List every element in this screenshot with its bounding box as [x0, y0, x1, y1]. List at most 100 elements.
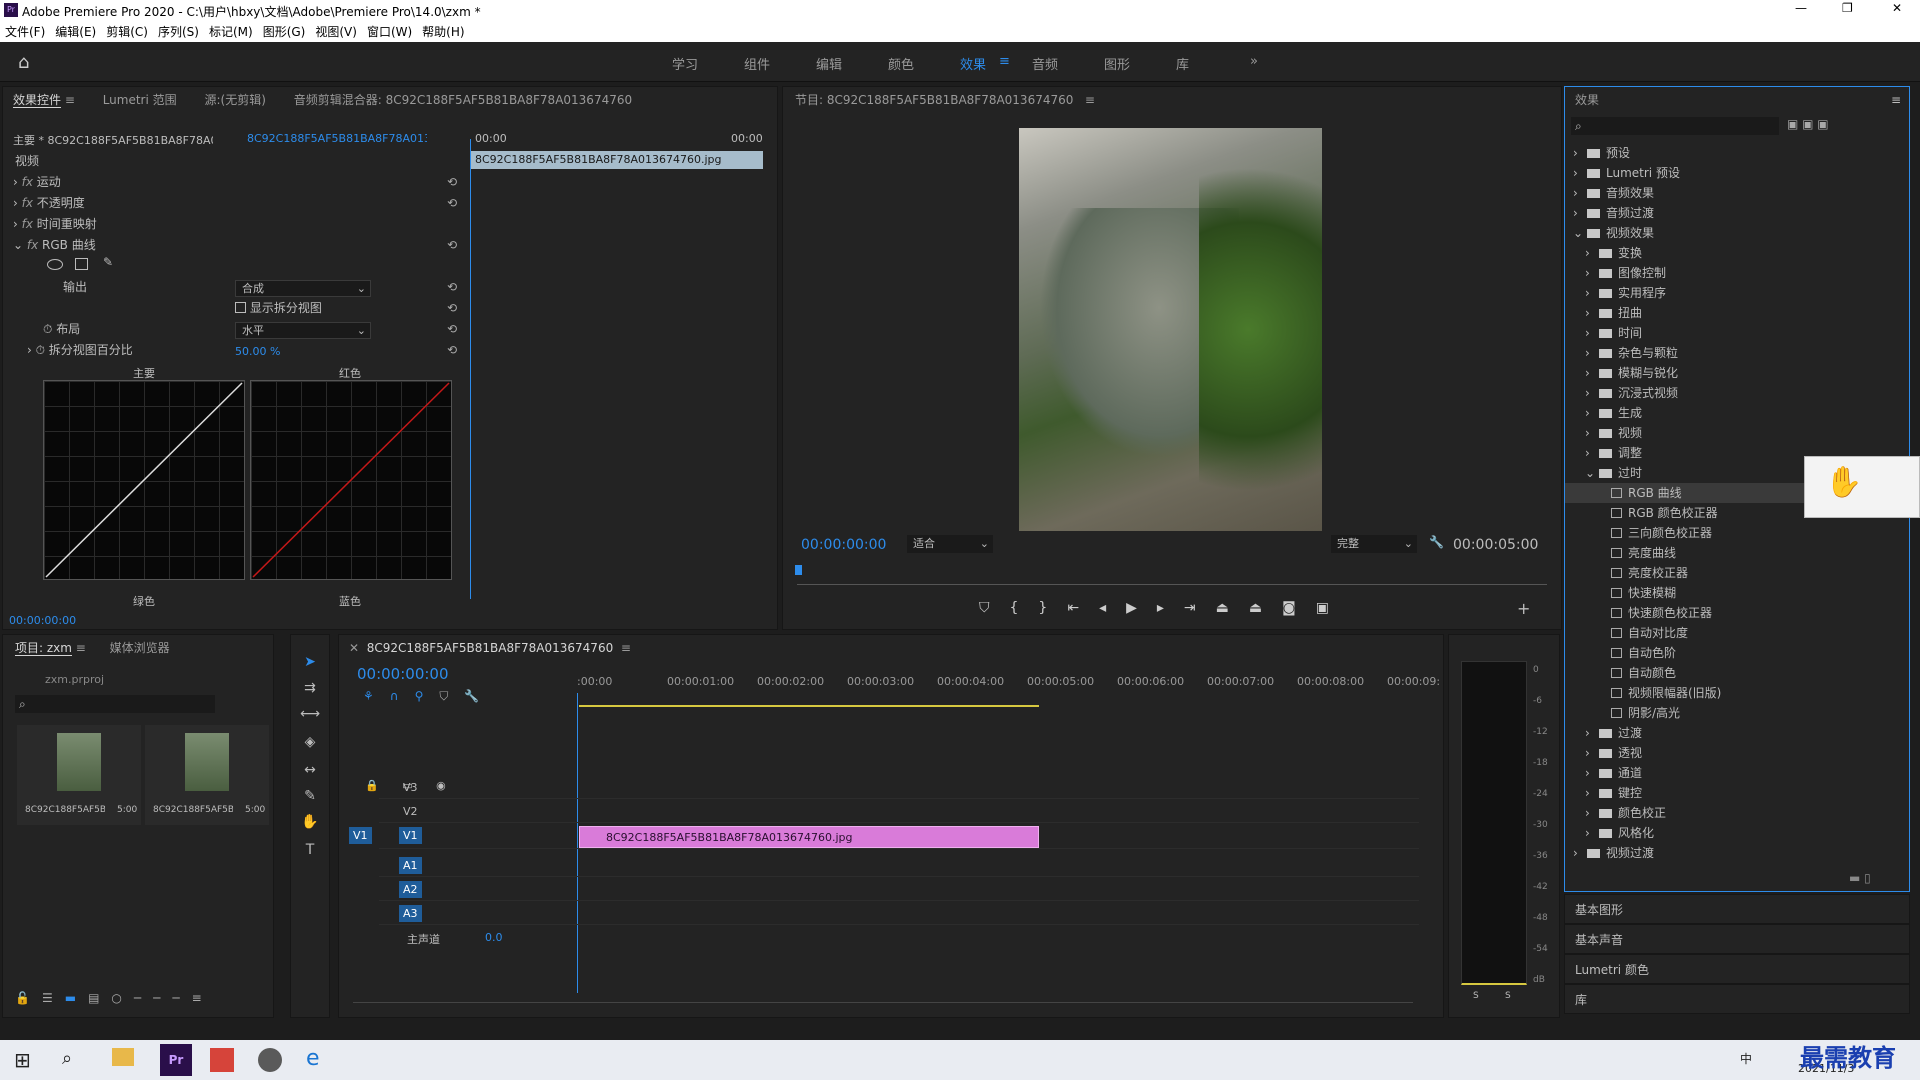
zoom-slider[interactable]: ○─── [111, 991, 191, 1005]
file-explorer-icon[interactable] [112, 1048, 134, 1066]
workspace-editing[interactable]: 编辑 [816, 54, 842, 73]
settings-wrench-icon[interactable]: 🔧 [1429, 535, 1444, 549]
edge-taskbar-icon[interactable]: e [306, 1046, 320, 1071]
menu-edit[interactable]: 编辑(E) [55, 25, 96, 39]
quality-select[interactable]: 完整 ⌄ [1331, 535, 1417, 553]
menu-window[interactable]: 窗口(W) [367, 25, 412, 39]
v3-track[interactable]: V3 🔒 ▭ ◉ [365, 775, 1419, 799]
close-button[interactable]: ✕ [1892, 1, 1902, 15]
rectangle-mask-icon[interactable] [75, 258, 88, 270]
linked-selection-icon[interactable]: ⚲ [415, 689, 440, 703]
tab-audio-mixer[interactable]: 音频剪辑混合器: 8C92C188F5AF5B81BA8F78A01367476… [294, 93, 632, 107]
expand-chevron-icon[interactable]: › [1585, 383, 1599, 403]
rgb-curves-effect[interactable]: ⌄ fx RGB 曲线 [13, 235, 96, 256]
expand-chevron-icon[interactable]: › [1585, 323, 1599, 343]
timeline-wrench-icon[interactable]: 🔧 [464, 689, 495, 703]
expand-chevron-icon[interactable]: › [1585, 763, 1599, 783]
section-libraries[interactable]: 库 [1564, 984, 1910, 1014]
expand-chevron-icon[interactable]: › [1585, 303, 1599, 323]
master-track-value[interactable]: 0.0 [485, 931, 503, 944]
accelerated-effects-icon[interactable]: ▣ ▣ ▣ [1787, 117, 1829, 131]
new-bin-icon[interactable]: ▬ ▯ [1849, 871, 1871, 885]
section-essential-sound[interactable]: 基本声音 [1564, 924, 1910, 954]
tab-effect-controls[interactable]: 效果控件 [13, 93, 62, 108]
tab-media-browser[interactable]: 媒体浏览器 [110, 641, 170, 655]
layout-select[interactable]: 水平 ⌄ [235, 322, 371, 339]
mark-in-icon[interactable]: { [1010, 600, 1039, 616]
menu-view[interactable]: 视图(V) [315, 25, 357, 39]
snap-icon[interactable]: ∩ [390, 689, 415, 703]
minimize-button[interactable]: — [1795, 1, 1807, 15]
project-search-input[interactable]: ⌕ [15, 695, 215, 713]
workspace-assembly[interactable]: 组件 [744, 54, 770, 73]
reset-icon[interactable]: ⟲ ⟲ ⟲ ⟲ ⟲ ⟲ ⟲ [447, 172, 457, 361]
split-view-checkbox[interactable]: 显示拆分视图 [235, 298, 322, 319]
effects-search-input[interactable]: ⌕ [1571, 117, 1779, 135]
ripple-edit-tool-icon[interactable]: ⟷ [297, 701, 323, 727]
expand-chevron-icon[interactable]: › [1585, 263, 1599, 283]
effects-folder[interactable]: ⌄ 视频效果 [1565, 223, 1905, 243]
workspace-menu-icon[interactable]: ≡ [999, 54, 1010, 69]
slip-tool-icon[interactable]: ↔ [297, 757, 323, 783]
timeline-tab[interactable]: 8C92C188F5AF5B81BA8F78A013674760 [367, 641, 614, 655]
lift-icon[interactable]: ⏏ [1216, 600, 1249, 616]
effects-folder[interactable]: › 通道 [1565, 763, 1905, 783]
pen-tool-icon[interactable]: ✎ [297, 783, 323, 809]
a1-track[interactable]: A1 [379, 853, 1419, 877]
effects-folder[interactable]: › Lumetri 预设 [1565, 163, 1905, 183]
effects-folder[interactable]: › 变换 [1565, 243, 1905, 263]
section-essential-graphics[interactable]: 基本图形 [1564, 894, 1910, 924]
more-workspaces-icon[interactable]: » [1250, 54, 1258, 69]
master-clip-label[interactable]: 主要 * 8C92C188F5AF5B81BA8F78A01... [13, 132, 213, 148]
expand-chevron-icon[interactable]: › [1585, 283, 1599, 303]
effect-item[interactable]: 三向颜色校正器 [1565, 523, 1905, 543]
effect-item[interactable]: 自动颜色 [1565, 663, 1905, 683]
hand-tool-icon[interactable]: ✋ [297, 809, 323, 835]
expand-chevron-icon[interactable]: › [1573, 143, 1587, 163]
mark-out-icon[interactable]: } [1038, 600, 1067, 616]
effects-folder[interactable]: › 颜色校正 [1565, 803, 1905, 823]
effects-folder[interactable]: › 音频效果 [1565, 183, 1905, 203]
expand-chevron-icon[interactable]: › [1585, 723, 1599, 743]
effects-folder[interactable]: › 透视 [1565, 743, 1905, 763]
program-scrubber[interactable] [797, 567, 1547, 585]
effect-item[interactable]: 自动对比度 [1565, 623, 1905, 643]
nest-icon[interactable]: ⚘ [363, 689, 390, 703]
step-forward-icon[interactable]: ▸ [1157, 600, 1184, 616]
opacity-effect[interactable]: › fx 不透明度 [13, 193, 85, 214]
time-remap-effect[interactable]: › fx 时间重映射 [13, 214, 97, 235]
menu-help[interactable]: 帮助(H) [422, 25, 464, 39]
expand-chevron-icon[interactable]: › [1573, 163, 1587, 183]
a3-track[interactable]: A3 [379, 901, 1419, 925]
effects-folder[interactable]: › 沉浸式视频 [1565, 383, 1905, 403]
icon-view-icon[interactable]: ▬ [65, 991, 88, 1005]
track-select-tool-icon[interactable]: ⇉ [297, 675, 323, 701]
effects-folder[interactable]: › 风格化 [1565, 823, 1905, 843]
expand-chevron-icon[interactable]: › [1585, 403, 1599, 423]
tab-source[interactable]: 源:(无剪辑) [204, 93, 265, 107]
play-icon[interactable]: ▶ [1126, 600, 1157, 616]
effects-folder[interactable]: › 图像控制 [1565, 263, 1905, 283]
type-tool-icon[interactable]: T [297, 837, 323, 863]
workspace-graphics[interactable]: 图形 [1104, 54, 1130, 73]
home-icon[interactable]: ⌂ [18, 52, 29, 73]
red-curve-graph[interactable] [250, 380, 452, 580]
browser-taskbar-icon[interactable] [258, 1048, 282, 1072]
motion-effect[interactable]: › fx 运动 [13, 172, 61, 193]
effects-panel-menu-icon[interactable]: ≡ [1891, 93, 1901, 107]
sequence-clip-label[interactable]: 8C92C188F5AF5B81BA8F78A013674760... [247, 132, 427, 145]
add-button-icon[interactable]: + [1517, 599, 1530, 618]
ec-timecode[interactable]: 00:00:00:00 [9, 614, 76, 627]
effects-folder[interactable]: › 过渡 [1565, 723, 1905, 743]
export-frame-icon[interactable]: ◙ [1282, 600, 1316, 616]
program-playhead[interactable] [795, 565, 802, 575]
workspace-color[interactable]: 颜色 [888, 54, 914, 73]
effects-folder[interactable]: › 预设 [1565, 143, 1905, 163]
expand-chevron-icon[interactable]: › [1573, 203, 1587, 223]
effect-item[interactable]: 阴影/高光 [1565, 703, 1905, 723]
taskbar-search-icon[interactable]: ⌕ [62, 1048, 72, 1069]
timeline-clip[interactable]: 8C92C188F5AF5B81BA8F78A013674760.jpg [579, 826, 1039, 848]
effects-folder[interactable]: › 扭曲 [1565, 303, 1905, 323]
windows-start-icon[interactable]: ⊞ [14, 1048, 31, 1072]
tab-lumetri-scopes[interactable]: Lumetri 范围 [103, 93, 177, 107]
